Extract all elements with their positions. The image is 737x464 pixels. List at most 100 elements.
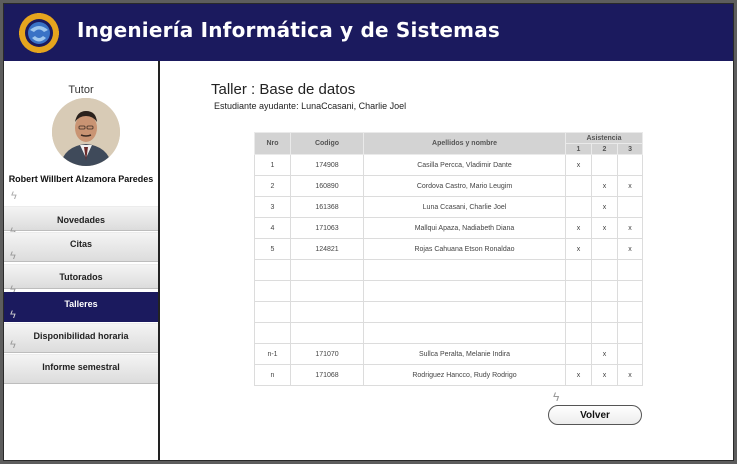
cell-attendance-2	[591, 238, 618, 260]
cell-nombre	[363, 301, 566, 323]
cell-nombre	[363, 280, 566, 302]
column-header-nro: Nro	[254, 132, 291, 155]
cell-codigo: 161368	[290, 196, 364, 218]
cell-attendance-3	[616, 154, 644, 176]
cell-attendance-1: x	[565, 364, 592, 386]
cell-nro: 2	[254, 175, 291, 197]
university-logo-icon	[19, 13, 59, 53]
cell-attendance-2	[591, 301, 618, 323]
table-row: 2 160890 Cordova Castro, Mario Leugim x x	[254, 175, 644, 197]
table-row: 1 174908 Casilla Percca, Vladimir Dante x	[254, 154, 644, 176]
table-row	[254, 280, 644, 302]
sidebar-item-label: Informe semestral	[42, 362, 120, 372]
cell-attendance-3	[616, 322, 644, 344]
cell-nombre: Mallqui Apaza, Nadiabeth Diana	[363, 217, 566, 239]
sidebar-item-label: Tutorados	[59, 272, 103, 282]
cell-attendance-1	[565, 322, 592, 344]
cell-nro: 1	[254, 154, 291, 176]
column-header-session-1: 1	[565, 143, 592, 155]
sidebar-item-label: Novedades	[56, 215, 106, 225]
sidebar-item-label: Citas	[69, 239, 92, 249]
sidebar-item-talleres[interactable]: Talleres ϟ	[4, 292, 158, 322]
cell-attendance-3	[616, 259, 644, 281]
cell-codigo: 160890	[290, 175, 364, 197]
lightning-icon: ϟ	[553, 390, 560, 404]
column-header-session-2: 2	[591, 143, 618, 155]
sidebar-item-label: Talleres	[64, 299, 98, 309]
cell-attendance-2: x	[591, 196, 618, 218]
cell-attendance-3: x	[616, 238, 644, 260]
cell-codigo: 171068	[290, 364, 364, 386]
cell-codigo: 171063	[290, 217, 364, 239]
tutor-label: Tutor	[68, 84, 94, 96]
table-row: n 171068 Rodriguez Hancco, Rudy Rodrigo x x x	[254, 364, 644, 386]
sidebar-item-novedades[interactable]: Novedades ϟ	[4, 206, 158, 238]
cell-nombre	[363, 259, 566, 281]
column-header-asistencia: Asistencia	[564, 132, 644, 144]
cell-nro	[254, 259, 291, 281]
lightning-icon: ϟ	[10, 339, 16, 351]
sidebar-item-citas[interactable]: Citas ϟ	[4, 232, 158, 262]
assistant-student: Estudiante ayudante: LunaCcasani, Charli…	[214, 101, 407, 111]
app-window: Ingeniería Informática y de Sistemas Tut…	[3, 3, 734, 461]
cell-codigo: 124821	[290, 238, 364, 260]
cell-attendance-2	[591, 322, 618, 344]
cell-nombre: Rodriguez Hancco, Rudy Rodrigo	[363, 364, 566, 386]
lightning-icon: ϟ	[10, 250, 16, 262]
table-row: 5 124821 Rojas Cahuana Etson Ronaldao x x	[254, 238, 644, 260]
sidebar-item-informe-semestral[interactable]: Informe semestral	[4, 354, 158, 384]
sidebar-item-tutorados[interactable]: Tutorados ϟ	[4, 264, 158, 296]
cell-codigo: 174908	[290, 154, 364, 176]
page-title: Taller : Base de datos	[211, 81, 356, 98]
cell-attendance-3	[616, 196, 644, 218]
sidebar-item-disponibilidad-horaria[interactable]: Disponibilidad horaria ϟ	[4, 323, 158, 353]
table-row	[254, 322, 644, 344]
column-header-session-3: 3	[616, 143, 644, 155]
cell-nro	[254, 301, 291, 323]
cell-attendance-1: x	[565, 154, 592, 176]
cell-codigo	[290, 280, 364, 302]
sidebar-item-label: Disponibilidad horaria	[33, 331, 129, 341]
cell-attendance-1	[565, 301, 592, 323]
cell-attendance-1: x	[565, 217, 592, 239]
tutor-name: Robert Willbert Alzamora Paredes	[8, 174, 154, 184]
cell-nombre: Cordova Castro, Mario Leugim	[363, 175, 566, 197]
table-row	[254, 259, 644, 281]
cell-nro: 3	[254, 196, 291, 218]
cell-nombre: Casilla Percca, Vladimir Dante	[363, 154, 566, 176]
cell-attendance-2: x	[591, 175, 618, 197]
cell-attendance-1	[565, 280, 592, 302]
sidebar: Tutor Robert Willbert Alzamora Paredes ϟ…	[4, 61, 160, 460]
tutor-photo-icon	[52, 98, 120, 166]
main-content: Taller : Base de datos Estudiante ayudan…	[160, 61, 733, 460]
cell-nombre: Rojas Cahuana Etson Ronaldao	[363, 238, 566, 260]
column-header-codigo: Codigo	[290, 132, 364, 155]
cell-attendance-3: x	[616, 217, 644, 239]
cell-attendance-1	[565, 175, 592, 197]
table-row: 4 171063 Mallqui Apaza, Nadiabeth Diana x x x	[254, 217, 644, 239]
cell-nro	[254, 322, 291, 344]
attendance-table: Nro Codigo Apellidos y nombre Asistencia…	[254, 132, 644, 386]
cell-attendance-2: x	[591, 217, 618, 239]
back-button[interactable]: Volver	[548, 405, 642, 425]
cell-attendance-3: x	[616, 175, 644, 197]
cell-attendance-2: x	[591, 364, 618, 386]
cell-attendance-2	[591, 280, 618, 302]
cell-codigo	[290, 301, 364, 323]
cell-nro	[254, 280, 291, 302]
cell-nombre	[363, 322, 566, 344]
table-row: 3 161368 Luna Ccasani, Charlie Joel x	[254, 196, 644, 218]
cell-codigo	[290, 259, 364, 281]
avatar	[52, 98, 120, 166]
cell-attendance-2: x	[591, 343, 618, 365]
cell-nombre: Sullca Peralta, Melanie Indira	[363, 343, 566, 365]
cell-attendance-1: x	[565, 238, 592, 260]
cell-attendance-3: x	[616, 364, 644, 386]
cell-codigo: 171070	[290, 343, 364, 365]
lightning-icon: ϟ	[10, 309, 16, 321]
page-header-title: Ingeniería Informática y de Sistemas	[77, 18, 501, 42]
cell-nro: 5	[254, 238, 291, 260]
header-bar: Ingeniería Informática y de Sistemas	[4, 4, 733, 61]
table-row	[254, 301, 644, 323]
cell-attendance-2	[591, 154, 618, 176]
